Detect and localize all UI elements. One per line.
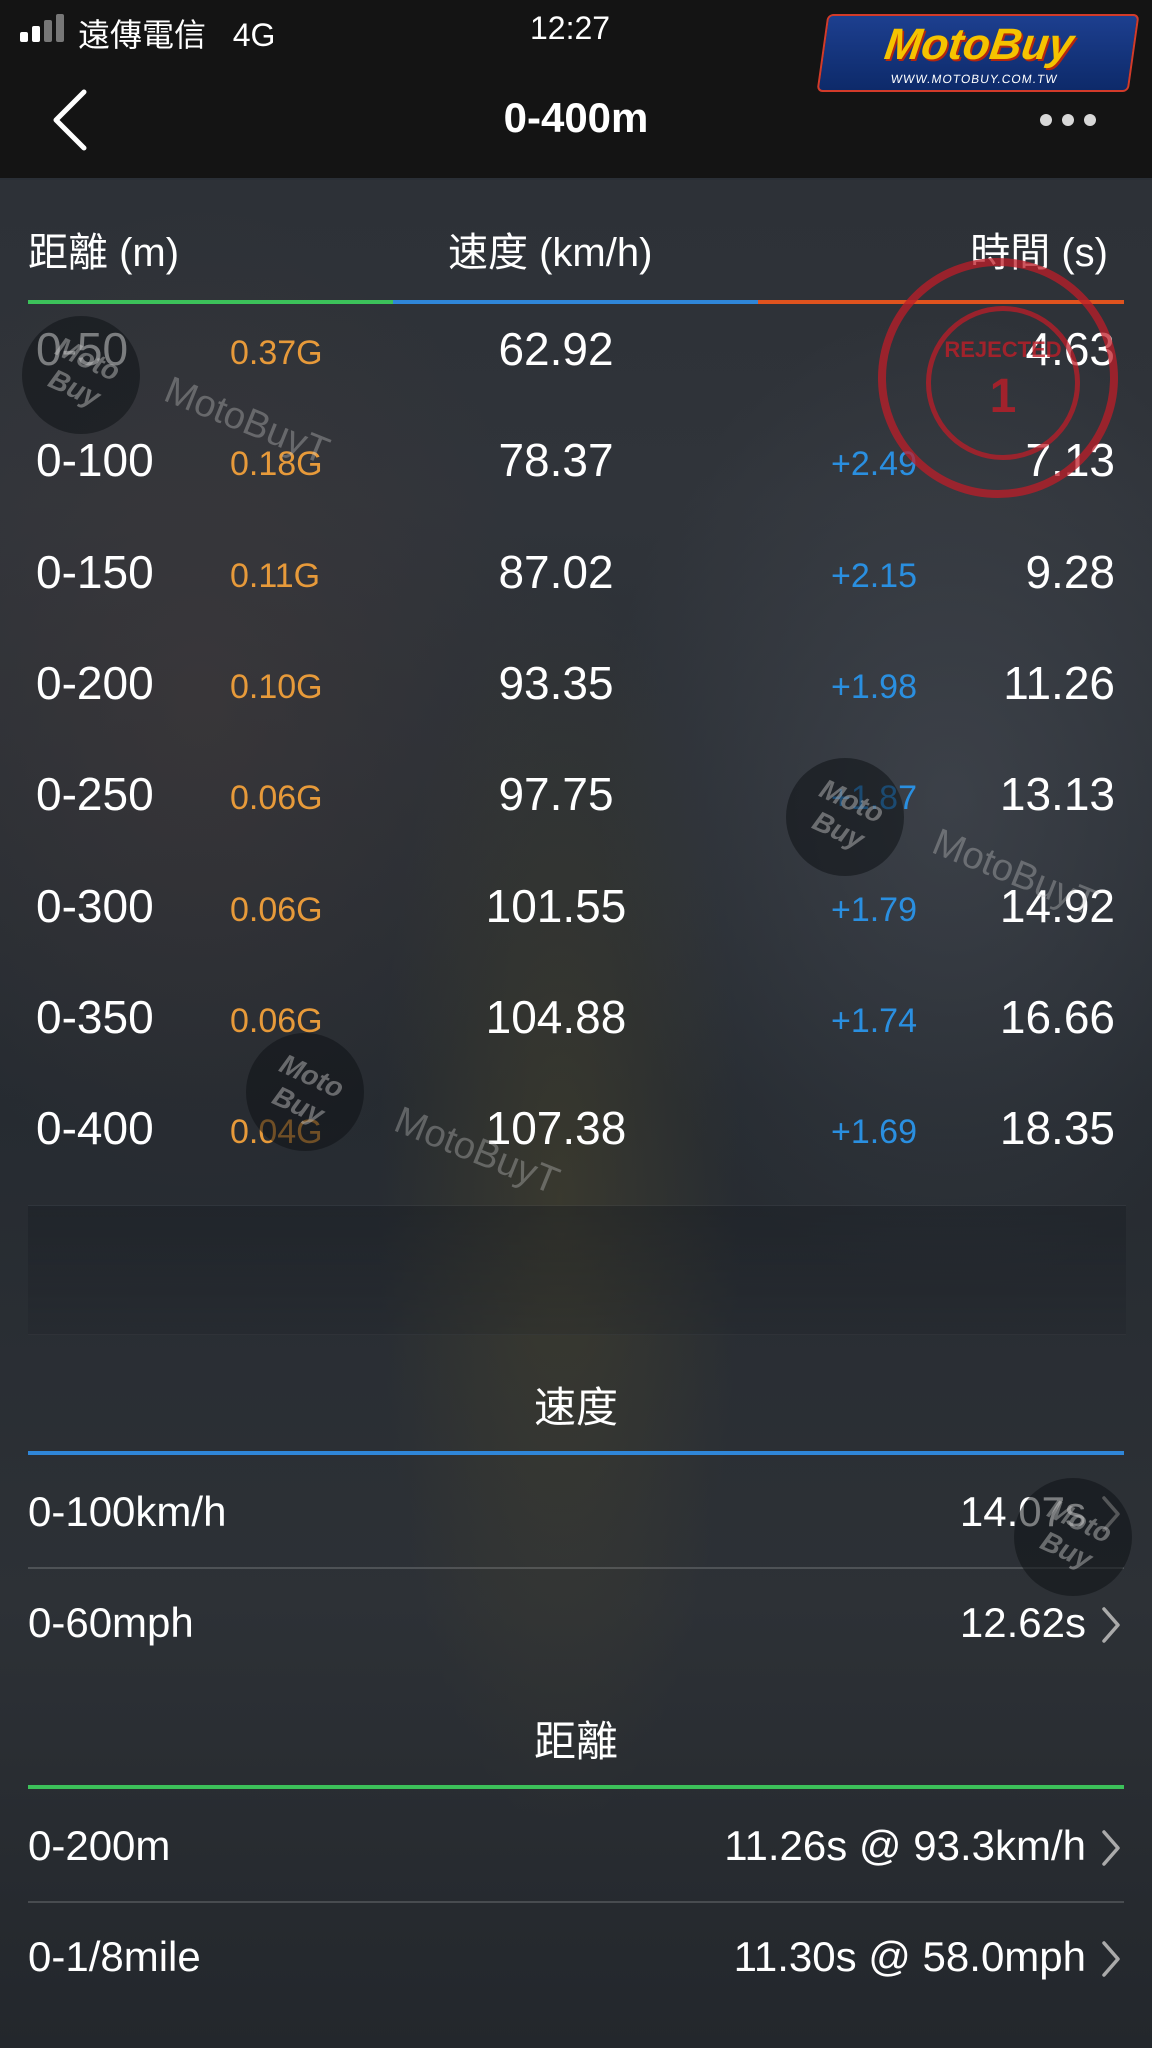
- status-time: 12:27: [530, 10, 611, 46]
- watermark-badge: Moto Buy: [22, 316, 140, 434]
- more-dots-icon: [1040, 114, 1052, 126]
- speed-item-label: 0-60mph: [28, 1599, 194, 1646]
- more-options-button[interactable]: [1040, 106, 1114, 132]
- header-rule-speed: [393, 300, 758, 304]
- time-delta-cell: +1.69: [830, 1113, 917, 1151]
- divider: [28, 1567, 1124, 1569]
- table-row: 0-300 0.06G 101.55 +1.79 14.92: [0, 879, 1152, 990]
- speed-section-title: 速度: [533, 1384, 618, 1431]
- chevron-right-icon: [1102, 1607, 1120, 1643]
- speed-cell: 78.37: [498, 434, 614, 486]
- signal-strength-icon: [20, 14, 68, 42]
- g-force-cell: 0.06G: [230, 891, 323, 929]
- time-cell: 18.35: [999, 1102, 1115, 1154]
- distance-item-label: 0-1/8mile: [28, 1933, 201, 1980]
- speed-cell: 87.02: [498, 546, 614, 598]
- time-delta-cell: +2.15: [830, 557, 917, 595]
- chevron-right-icon: [1102, 1830, 1120, 1866]
- distance-item-0-200m[interactable]: 0-200m 11.26s @ 93.3km/h: [0, 1822, 1152, 1932]
- chevron-right-icon: [1102, 1941, 1120, 1977]
- watermark-badge: Moto Buy: [1014, 1478, 1132, 1596]
- distance-item-label: 0-200m: [28, 1822, 171, 1869]
- speed-cell: 101.55: [485, 880, 627, 932]
- watermark-badge: Moto Buy: [786, 758, 904, 876]
- chart-area: [28, 1205, 1126, 1335]
- speed-item-value: 12.62s: [959, 1599, 1086, 1646]
- distance-cell: 0-100: [36, 434, 154, 486]
- time-cell: 9.28: [1025, 546, 1115, 598]
- speed-item-0-60mph[interactable]: 0-60mph 12.62s: [0, 1599, 1152, 1709]
- speed-cell: 93.35: [498, 657, 614, 709]
- time-cell: 11.26: [1003, 657, 1115, 709]
- carrier-name: 遠傳電信 4G: [78, 17, 276, 53]
- page-title: 0-400m: [503, 94, 649, 141]
- g-force-cell: 0.11G: [230, 557, 321, 595]
- distance-section-rule: [28, 1785, 1124, 1789]
- time-delta-cell: +1.79: [830, 891, 917, 929]
- motobuy-logo: MotoBuy WWW.MOTOBUY.COM.TW: [816, 14, 1140, 92]
- network-type: 4G: [232, 17, 276, 53]
- table-row: 0-200 0.10G 93.35 +1.98 11.26: [0, 656, 1152, 767]
- distance-cell: 0-350: [36, 991, 154, 1043]
- table-row: 0-350 0.06G 104.88 +1.74 16.66: [0, 990, 1152, 1101]
- header-speed: 速度 (km/h): [448, 231, 653, 275]
- rejected-stamp: REJECTED 1: [878, 258, 1118, 498]
- g-force-cell: 0.06G: [230, 779, 323, 817]
- divider: [28, 1901, 1124, 1903]
- watermark-badge: Moto Buy: [246, 1033, 364, 1151]
- speed-item-0-100kmh[interactable]: 0-100km/h 14.07s: [0, 1488, 1152, 1598]
- g-force-cell: 0.37G: [230, 334, 323, 372]
- distance-section-title: 距離: [533, 1718, 618, 1765]
- distance-cell: 0-400: [36, 1102, 154, 1154]
- speed-section-rule: [28, 1451, 1124, 1455]
- header-distance: 距離 (m): [28, 231, 180, 275]
- g-force-cell: 0.10G: [230, 668, 323, 706]
- table-row: 0-4000.04G107.38+1.6918.35: [0, 1101, 1152, 1212]
- speed-item-label: 0-100km/h: [28, 1488, 227, 1535]
- speed-cell: 104.88: [485, 991, 627, 1043]
- distance-item-0-1-8mile[interactable]: 0-1/8mile 11.30s @ 58.0mph: [0, 1933, 1152, 2043]
- distance-cell: 0-200: [36, 657, 154, 709]
- speed-cell: 97.75: [498, 768, 614, 820]
- speed-cell: 62.92: [498, 323, 614, 375]
- distance-cell: 0-300: [36, 880, 154, 932]
- table-row: 0-150 0.11G 87.02 +2.15 9.28: [0, 545, 1152, 656]
- distance-cell: 0-150: [36, 546, 154, 598]
- header-rule-distance: [28, 300, 393, 304]
- distance-cell: 0-250: [36, 768, 154, 820]
- distance-item-value: 11.30s @ 58.0mph: [733, 1933, 1086, 1980]
- time-cell: 13.13: [999, 768, 1115, 820]
- time-delta-cell: +1.74: [830, 1002, 917, 1040]
- time-delta-cell: +1.98: [830, 668, 917, 706]
- distance-item-value: 11.26s @ 93.3km/h: [724, 1822, 1086, 1869]
- time-cell: 16.66: [999, 991, 1115, 1043]
